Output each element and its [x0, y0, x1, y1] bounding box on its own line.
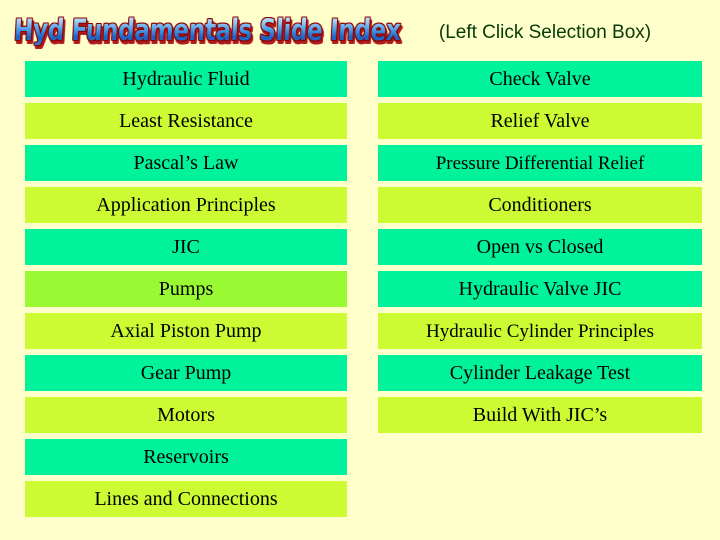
index-box-gear-pump[interactable]: Gear Pump: [25, 355, 347, 391]
index-box-hydraulic-cylinder-principles[interactable]: Hydraulic Cylinder Principles: [378, 313, 702, 349]
index-box-conditioners[interactable]: Conditioners: [378, 187, 702, 223]
index-box-label: Hydraulic Valve JIC: [458, 278, 622, 300]
index-box-label: Axial Piston Pump: [110, 320, 262, 342]
index-box-label: Cylinder Leakage Test: [449, 362, 631, 384]
wordart-title-text: Hyd Fundamentals Slide Index: [13, 12, 402, 47]
index-box-label: Hydraulic Cylinder Principles: [426, 320, 654, 342]
index-box-jic[interactable]: JIC: [25, 229, 347, 265]
index-box-check-valve[interactable]: Check Valve: [378, 61, 702, 97]
index-box-lines-and-connections[interactable]: Lines and Connections: [25, 481, 347, 517]
index-box-build-with-jic-s[interactable]: Build With JIC’s: [378, 397, 702, 433]
index-box-label: Hydraulic Fluid: [122, 68, 250, 90]
index-box-motors[interactable]: Motors: [25, 397, 347, 433]
index-box-hydraulic-valve-jic[interactable]: Hydraulic Valve JIC: [378, 271, 702, 307]
index-box-cylinder-leakage-test[interactable]: Cylinder Leakage Test: [378, 355, 702, 391]
index-box-label: Lines and Connections: [94, 488, 278, 510]
index-box-axial-piston-pump[interactable]: Axial Piston Pump: [25, 313, 347, 349]
slide-canvas: Hyd Fundamentals Slide Index (Left Click…: [0, 0, 720, 540]
index-box-label: Motors: [157, 404, 215, 426]
wordart-title: Hyd Fundamentals Slide Index: [13, 8, 401, 52]
index-box-label: Conditioners: [488, 194, 592, 216]
selection-instruction-label: (Left Click Selection Box): [438, 22, 652, 43]
slide-header: Hyd Fundamentals Slide Index (Left Click…: [0, 0, 720, 58]
index-box-relief-valve[interactable]: Relief Valve: [378, 103, 702, 139]
index-box-label: Pressure Differential Relief: [435, 152, 645, 174]
index-box-reservoirs[interactable]: Reservoirs: [25, 439, 347, 475]
index-box-pascal-s-law[interactable]: Pascal’s Law: [25, 145, 347, 181]
index-box-label: Application Principles: [96, 194, 276, 216]
index-box-label: Reservoirs: [143, 446, 229, 468]
index-box-label: Build With JIC’s: [472, 404, 608, 426]
index-box-hydraulic-fluid[interactable]: Hydraulic Fluid: [25, 61, 347, 97]
index-box-label: Pumps: [158, 278, 214, 300]
index-box-pumps[interactable]: Pumps: [25, 271, 347, 307]
index-box-label: Open vs Closed: [476, 236, 604, 258]
index-box-label: Pascal’s Law: [133, 152, 239, 174]
index-column-right: Check Valve Relief Valve Pressure Differen…: [378, 61, 702, 439]
index-column-left: Hydraulic Fluid Least Resistance Pascal’s …: [25, 61, 347, 523]
index-box-label: Relief Valve: [490, 110, 590, 132]
index-box-pressure-differential-relief[interactable]: Pressure Differential Relief: [378, 145, 702, 181]
index-box-least-resistance[interactable]: Least Resistance: [25, 103, 347, 139]
index-box-label: JIC: [172, 236, 200, 258]
index-box-open-vs-closed[interactable]: Open vs Closed: [378, 229, 702, 265]
index-box-label: Check Valve: [489, 68, 591, 90]
index-box-application-principles[interactable]: Application Principles: [25, 187, 347, 223]
index-box-label: Gear Pump: [140, 362, 232, 384]
index-box-label: Least Resistance: [119, 110, 253, 132]
